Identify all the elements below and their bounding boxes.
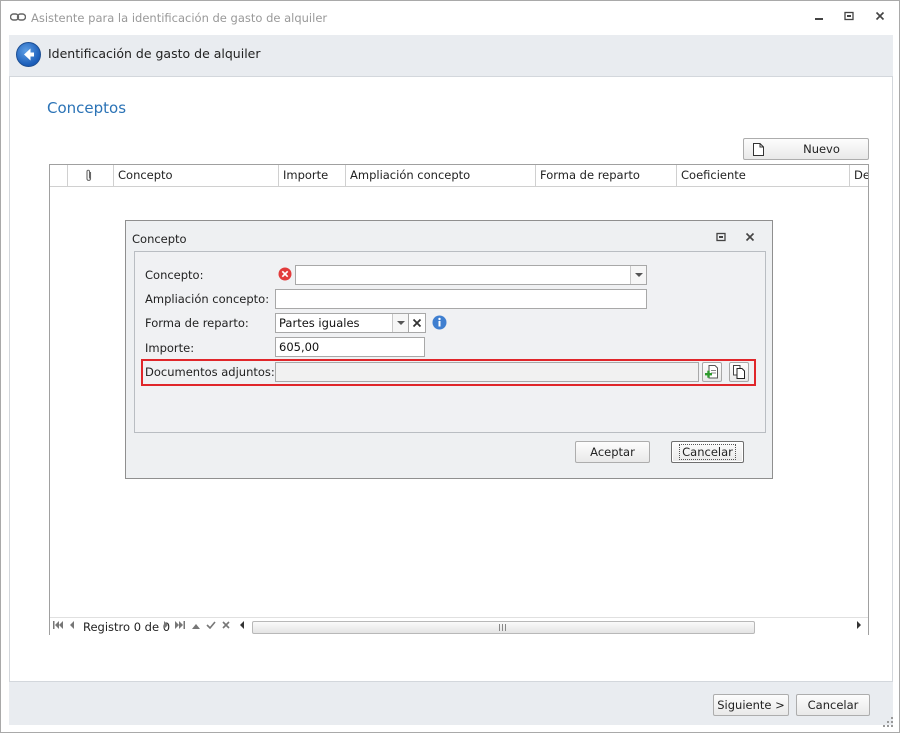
nav-first-button[interactable] [52,620,64,634]
grid-header-forma-reparto[interactable]: Forma de reparto [536,165,677,186]
dialog-cancel-button[interactable]: Cancelar [671,441,744,463]
scroll-right-icon [857,621,861,629]
documentos-label: Documentos adjuntos: [145,365,275,379]
dialog-title: Concepto [132,232,187,246]
copy-icon [733,365,745,379]
nav-last-button[interactable] [174,620,186,634]
next-button[interactable]: Siguiente > [713,694,789,716]
nav-prev-button[interactable] [66,620,78,634]
accept-label: Aceptar [590,445,635,459]
nav-append-button[interactable] [190,620,202,634]
scroll-left-icon [240,621,244,629]
copy-document-button[interactable] [729,362,749,382]
wizard-footer: Siguiente > Cancelar [9,681,893,725]
chevron-down-icon[interactable] [630,266,646,284]
dialog-close-button[interactable] [742,231,758,245]
previous-record-icon [70,621,74,629]
concepto-combobox[interactable] [295,265,647,285]
close-icon [875,11,885,21]
nav-cancel-button[interactable] [220,620,232,634]
grid-header-attachment[interactable] [68,165,114,186]
caret-up-icon [192,624,200,629]
title-bar: Asistente para la identificación de gast… [1,1,899,35]
importe-label: Importe: [145,341,195,355]
grid-header: Concepto Importe Ampliación concepto For… [50,165,868,187]
cancel-x-icon [222,621,230,629]
section-title: Conceptos [47,99,127,117]
scroll-right-button[interactable] [853,620,865,634]
importe-value: 605,00 [279,340,320,354]
content-border-right [892,77,893,681]
dialog-form-panel: Concepto: Ampliación concepto: Forma de … [134,251,766,433]
header-title: Identificación de gasto de alquiler [48,46,261,61]
add-document-button[interactable] [702,362,722,382]
clear-x-icon [412,318,422,328]
documentos-input[interactable] [275,362,699,382]
grid-header-importe[interactable]: Importe [279,165,346,186]
concept-dialog: Concepto Concepto: Ampliación concepto: [125,220,773,479]
nav-post-button[interactable] [205,620,217,634]
grid-header-truncated[interactable]: De [850,165,868,186]
add-document-icon [705,365,718,379]
importe-input[interactable]: 605,00 [275,337,425,357]
grid-header-ampliacion[interactable]: Ampliación concepto [346,165,536,186]
minimize-icon [815,18,823,20]
accept-button[interactable]: Aceptar [575,441,650,463]
dialog-restore-button[interactable] [713,231,729,245]
close-button[interactable] [872,10,888,24]
link-chain-icon [10,13,26,21]
restore-icon [716,232,726,242]
record-count-text: Registro 0 de 0 [83,620,171,634]
grid-header-indicator[interactable] [50,165,68,186]
restore-icon [844,11,854,21]
wizard-cancel-label: Cancelar [807,698,859,712]
scroll-grip-icon [499,624,506,631]
new-document-icon [753,143,764,156]
next-record-icon [164,621,168,629]
minimize-button[interactable] [811,10,827,24]
horizontal-scrollbar[interactable] [252,621,755,634]
new-concept-button[interactable]: Nuevo concepto [743,138,869,176]
concepto-label: Concepto: [145,268,204,282]
back-button[interactable] [16,42,41,67]
window-title: Asistente para la identificación de gast… [31,11,328,25]
forma-reparto-combobox[interactable]: Partes iguales [275,313,409,333]
forma-reparto-label: Forma de reparto: [145,316,249,330]
first-record-icon [53,621,63,629]
close-icon [745,232,755,242]
chevron-down-icon[interactable] [392,314,408,332]
content-border-left [9,77,10,681]
paperclip-icon [86,169,92,181]
forma-reparto-value: Partes iguales [279,316,360,330]
restore-button[interactable] [841,10,857,24]
scroll-left-button[interactable] [236,620,248,634]
wizard-cancel-button[interactable]: Cancelar [796,694,870,716]
next-label: Siguiente > [717,698,785,712]
nav-next-button[interactable] [160,620,172,634]
grid-navigator: Registro 0 de 0 [50,617,868,635]
wizard-header: Identificación de gasto de alquiler [9,35,893,77]
arrow-left-icon [24,48,34,61]
grid-header-concepto[interactable]: Concepto [114,165,279,186]
ampliacion-input[interactable] [275,289,647,309]
info-icon[interactable] [432,315,447,330]
last-record-icon [175,621,185,629]
error-icon [278,267,292,281]
forma-reparto-clear-button[interactable] [408,313,426,333]
wizard-window: Asistente para la identificación de gast… [0,0,900,733]
ampliacion-label: Ampliación concepto: [145,292,270,306]
dialog-cancel-label: Cancelar [679,444,736,460]
grid-header-coeficiente[interactable]: Coeficiente [677,165,850,186]
resize-grip-icon[interactable] [883,717,893,727]
check-icon [206,621,216,630]
